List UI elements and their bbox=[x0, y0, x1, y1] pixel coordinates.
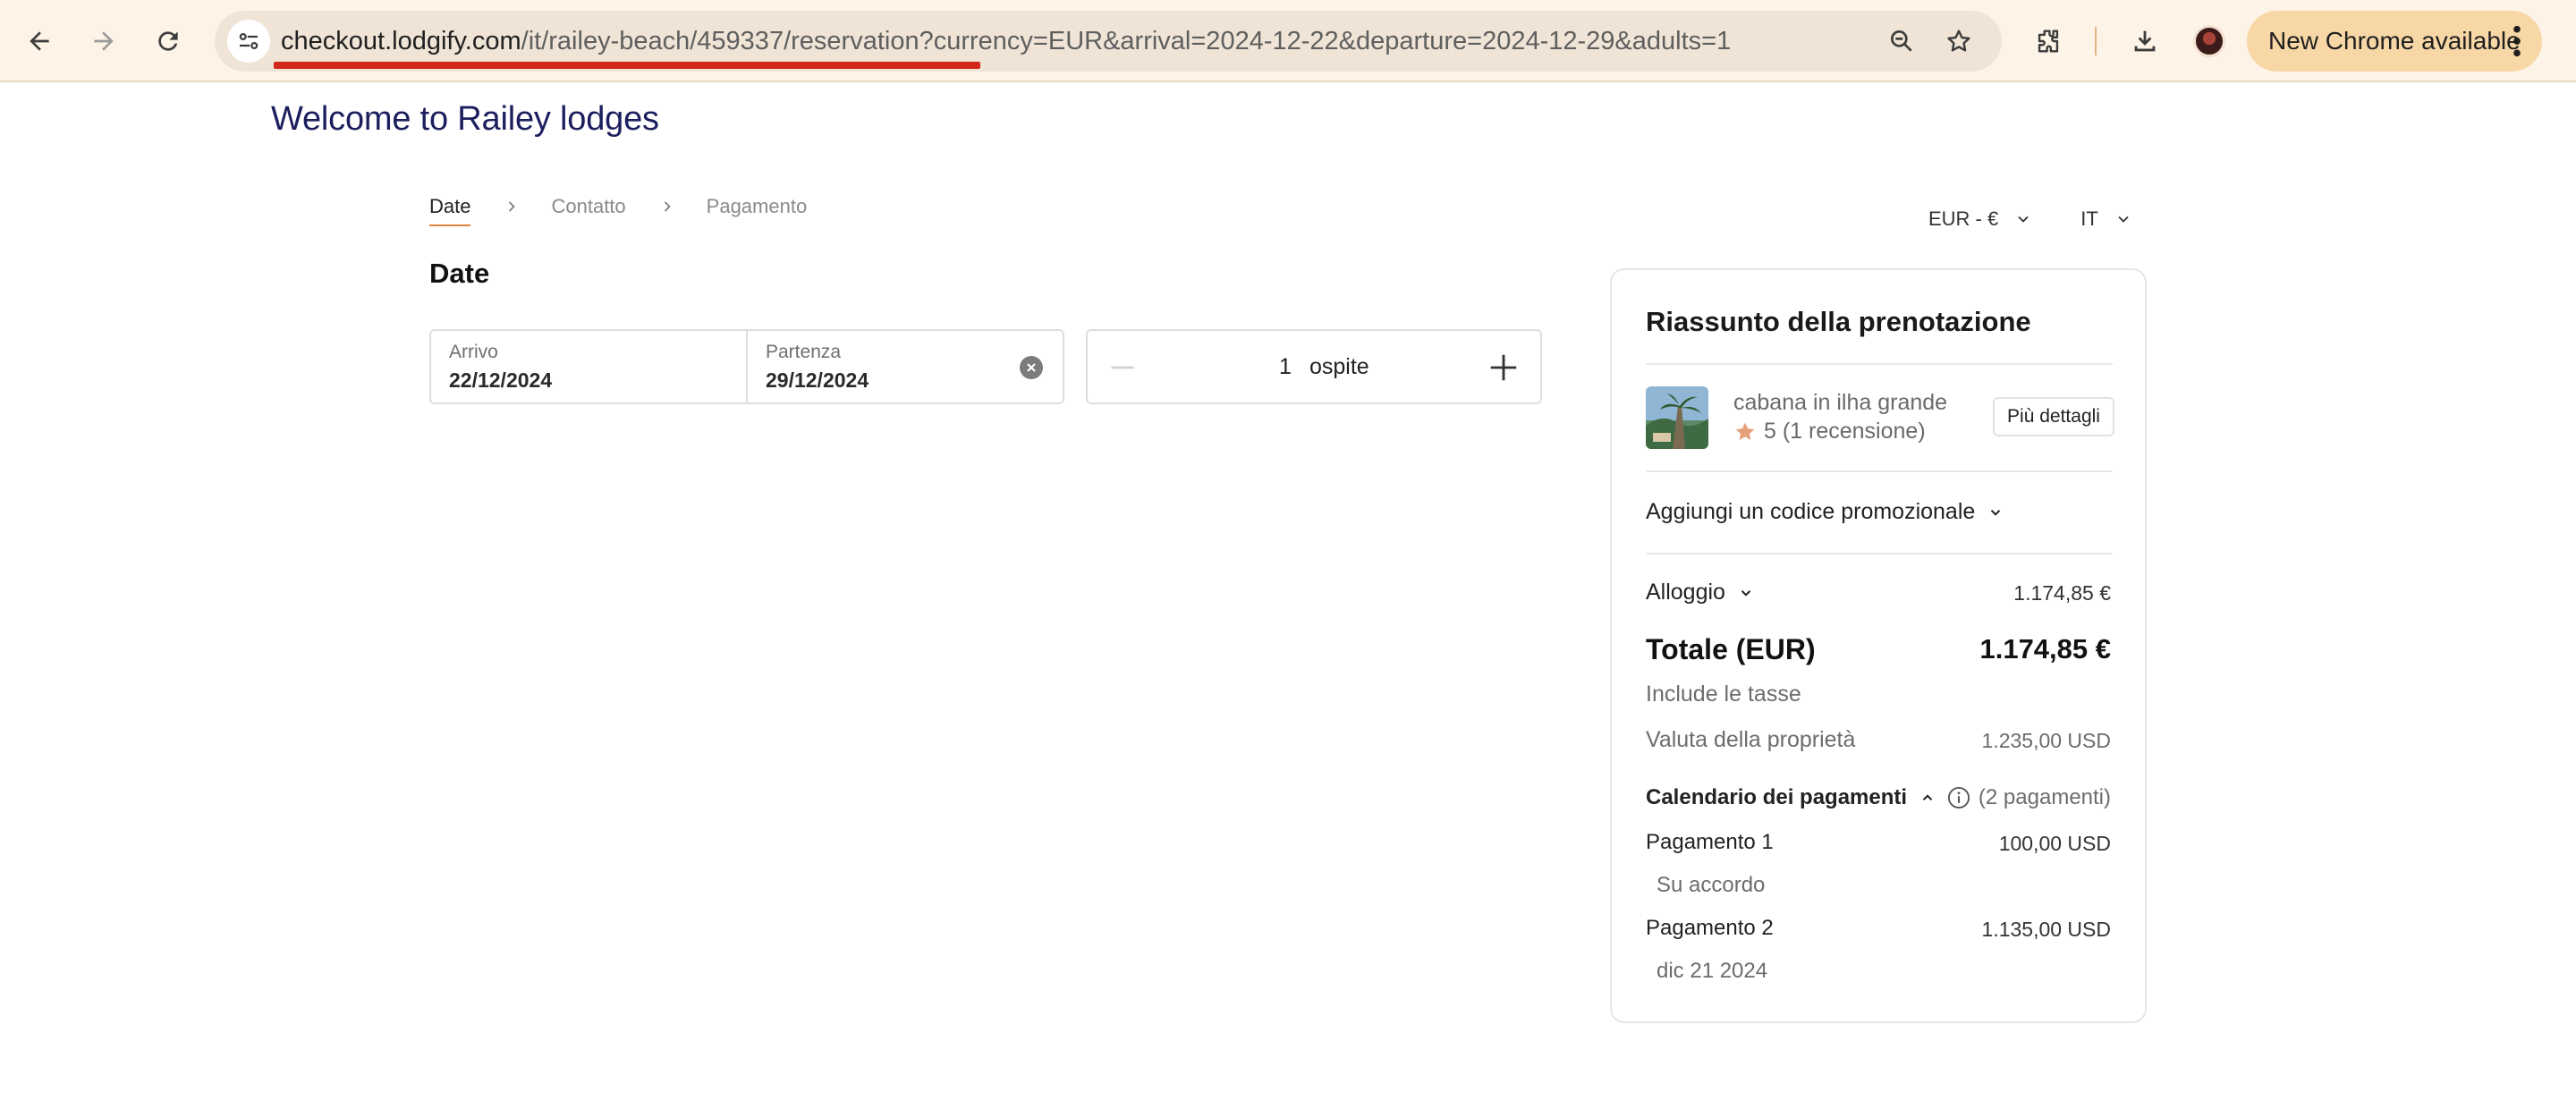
forward-button[interactable] bbox=[80, 18, 127, 64]
rating-text: 5 (1 recensione) bbox=[1764, 419, 1926, 444]
chevron-down-icon bbox=[1741, 589, 1751, 597]
chevron-down-icon bbox=[2118, 216, 2129, 223]
forward-arrow-icon bbox=[94, 31, 114, 51]
payment-2-when: dic 21 2024 bbox=[1657, 959, 1768, 983]
property-rating: 5 (1 recensione) bbox=[1733, 419, 1926, 444]
locale-selectors: EUR - € IT bbox=[1928, 207, 2132, 231]
guest-count: 1 bbox=[1279, 354, 1292, 379]
dates-section-title: Date bbox=[429, 258, 490, 289]
divider bbox=[1646, 470, 2113, 472]
language-selector[interactable]: IT bbox=[2080, 207, 2132, 231]
increase-guests-button[interactable] bbox=[1487, 351, 1521, 385]
decrease-guests-button[interactable] bbox=[1109, 354, 1136, 381]
extensions-icon bbox=[2038, 30, 2059, 53]
address-bar[interactable]: checkout.lodgify.com/it/railey-beach/459… bbox=[215, 11, 2002, 72]
download-icon bbox=[2134, 30, 2156, 52]
close-icon bbox=[1027, 363, 1036, 372]
browser-toolbar: checkout.lodgify.com/it/railey-beach/459… bbox=[0, 0, 2576, 82]
info-icon[interactable] bbox=[1946, 785, 1971, 810]
site-settings-icon bbox=[239, 32, 258, 49]
payment-2-amount: 1.135,00 USD bbox=[1981, 918, 2111, 941]
accommodation-value: 1.174,85 € bbox=[2013, 581, 2111, 605]
clear-dates-button[interactable] bbox=[1020, 356, 1043, 379]
step-pagamento[interactable]: Pagamento bbox=[707, 195, 808, 218]
payment-schedule-label: Calendario dei pagamenti bbox=[1646, 785, 1908, 809]
chevron-right-icon bbox=[664, 201, 671, 212]
chevron-down-icon bbox=[1991, 509, 2001, 516]
currency-selector[interactable]: EUR - € bbox=[1928, 207, 2032, 231]
bookmark-button[interactable] bbox=[1941, 23, 1977, 59]
site-settings-button[interactable] bbox=[227, 20, 270, 63]
total-label: Totale (EUR) bbox=[1646, 633, 1816, 665]
divider bbox=[1646, 363, 2113, 365]
guest-unit-label: ospite bbox=[1309, 354, 1369, 379]
plus-icon bbox=[1490, 354, 1517, 381]
divider bbox=[1646, 553, 2113, 554]
promo-code-toggle[interactable]: Aggiungi un codice promozionale bbox=[1646, 499, 2004, 525]
property-currency-value: 1.235,00 USD bbox=[1981, 729, 2111, 752]
profile-avatar[interactable] bbox=[2193, 25, 2225, 57]
minus-icon bbox=[1111, 366, 1134, 369]
summary-title: Riassunto della prenotazione bbox=[1646, 306, 2031, 337]
chevron-down-icon bbox=[2018, 216, 2029, 223]
property-thumbnail bbox=[1646, 386, 1708, 449]
arrival-value: 22/12/2024 bbox=[449, 368, 553, 392]
accommodation-toggle[interactable]: Alloggio bbox=[1646, 580, 1754, 605]
payment-schedule-toggle[interactable]: Calendario dei pagamenti bbox=[1646, 785, 1936, 810]
language-value: IT bbox=[2080, 207, 2098, 230]
payment-count: (2 pagamenti) bbox=[1946, 785, 2111, 810]
property-name: cabana in ilha grande bbox=[1733, 390, 1948, 415]
zoom-button[interactable] bbox=[1884, 23, 1919, 59]
checkout-stepper: Date Contatto Pagamento bbox=[429, 195, 808, 226]
zoom-icon bbox=[1891, 30, 1912, 52]
booking-summary-card: Riassunto della prenotazione cabana in i… bbox=[1610, 268, 2147, 1023]
payment-1-label: Pagamento 1 bbox=[1646, 830, 1774, 854]
departure-label: Partenza bbox=[766, 342, 842, 362]
extensions-button[interactable] bbox=[2027, 20, 2070, 63]
property-photo bbox=[1646, 386, 1708, 449]
url-host: checkout.lodgify.com bbox=[281, 27, 521, 55]
chevron-right-icon bbox=[509, 201, 516, 212]
taxes-note: Include le tasse bbox=[1646, 681, 1801, 707]
chevron-up-icon bbox=[1922, 794, 1933, 800]
step-contatto[interactable]: Contatto bbox=[551, 195, 625, 218]
back-button[interactable] bbox=[16, 18, 63, 64]
reload-button[interactable] bbox=[145, 18, 191, 64]
arrival-field[interactable]: Arrivo 22/12/2024 bbox=[431, 331, 746, 402]
reload-icon bbox=[158, 31, 178, 51]
accommodation-label: Alloggio bbox=[1646, 580, 1725, 605]
date-range-picker[interactable]: Arrivo 22/12/2024 Partenza 29/12/2024 bbox=[429, 329, 1064, 404]
back-arrow-icon bbox=[30, 31, 49, 51]
bookmark-star-icon bbox=[1947, 30, 1970, 52]
toolbar-separator bbox=[2095, 27, 2097, 55]
star-icon bbox=[1735, 422, 1755, 440]
payment-2-label: Pagamento 2 bbox=[1646, 916, 1774, 940]
url-highlight-underline bbox=[274, 62, 980, 69]
total-value: 1.174,85 € bbox=[1979, 633, 2111, 665]
payment-1-when: Su accordo bbox=[1657, 873, 1766, 897]
new-chrome-available-button[interactable]: New Chrome available bbox=[2247, 11, 2542, 72]
more-details-button[interactable]: Più dettagli bbox=[1993, 397, 2114, 436]
guest-stepper: 1 ospite bbox=[1086, 329, 1542, 404]
update-label: New Chrome available bbox=[2268, 27, 2521, 55]
payment-count-text: (2 pagamenti) bbox=[1978, 785, 2111, 809]
step-date[interactable]: Date bbox=[429, 195, 471, 226]
departure-value: 29/12/2024 bbox=[766, 368, 869, 392]
page-title: Welcome to Railey lodges bbox=[271, 100, 659, 138]
url-path: /it/railey-beach/459337/reservation?curr… bbox=[521, 27, 1732, 55]
departure-field[interactable]: Partenza 29/12/2024 bbox=[748, 331, 1007, 402]
payment-1-amount: 100,00 USD bbox=[1998, 832, 2111, 855]
currency-value: EUR - € bbox=[1928, 207, 1999, 230]
property-currency-label: Valuta della proprietà bbox=[1646, 727, 1856, 752]
more-vert-icon bbox=[2513, 25, 2521, 57]
promo-label: Aggiungi un codice promozionale bbox=[1646, 499, 1976, 524]
downloads-button[interactable] bbox=[2123, 20, 2166, 63]
arrival-label: Arrivo bbox=[449, 342, 498, 362]
